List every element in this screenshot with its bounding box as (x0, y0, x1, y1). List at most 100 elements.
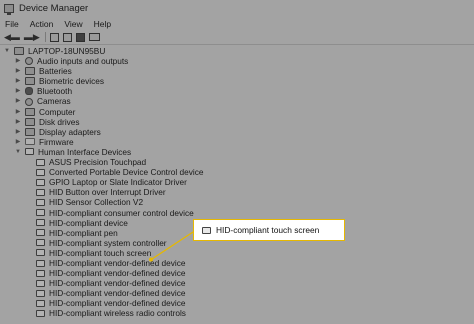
expand-arrow-icon[interactable]: ▶ (14, 107, 22, 117)
hid-device-icon (36, 289, 45, 297)
collapse-arrow-icon[interactable]: ▼ (3, 46, 11, 56)
hid-device-label: HID Button over Interrupt Driver (49, 187, 166, 198)
hid-device-label: HID-compliant vendor-defined device (49, 278, 186, 289)
hid-device-label: ASUS Precision Touchpad (49, 157, 147, 168)
battery-icon (25, 67, 35, 76)
tree-item-label: Audio inputs and outputs (37, 56, 129, 67)
hid-device-icon (36, 279, 45, 287)
hid-device-label: HID-compliant vendor-defined device (49, 298, 186, 309)
expand-arrow-icon[interactable]: ▶ (14, 127, 22, 137)
tree-item-batteries[interactable]: ▶ Batteries (0, 66, 474, 76)
collapse-arrow-icon[interactable]: ▼ (14, 147, 22, 157)
tree-item-firmware[interactable]: ▶ Firmware (0, 137, 474, 147)
toolbar: ◀▬ ▬▶ (0, 30, 474, 44)
toolbar-divider-line (0, 44, 474, 45)
forward-arrow-icon[interactable]: ▬▶ (24, 32, 40, 42)
touch-screen-icon (202, 226, 211, 234)
tree-item-label: Cameras (37, 96, 71, 107)
root-label: LAPTOP-18UN95BU (28, 46, 106, 56)
hid-device-icon (36, 209, 45, 217)
hid-device-icon (36, 229, 45, 237)
tree-item-label: Disk drives (39, 116, 80, 127)
fingerprint-icon (25, 77, 35, 86)
tree-item-display-adapters[interactable]: ▶ Display adapters (0, 127, 474, 137)
tree-item-label: Display adapters (39, 126, 101, 137)
hid-device-icon (36, 168, 45, 176)
hid-device-icon (36, 158, 45, 166)
toolbar-divider (44, 32, 46, 42)
expand-arrow-icon[interactable]: ▶ (14, 137, 22, 147)
menu-action[interactable]: Action (30, 19, 54, 29)
hid-device-icon (36, 249, 45, 257)
tree-item-cameras[interactable]: ▶ Cameras (0, 96, 474, 106)
properties-icon[interactable] (49, 32, 59, 42)
hid-device-label: HID-compliant device (49, 217, 128, 228)
hid-device-row[interactable]: HID-compliant vendor-defined device (0, 258, 474, 268)
hid-device-label: HID-compliant consumer control device (49, 207, 194, 218)
hid-device-row[interactable]: HID Button over Interrupt Driver (0, 187, 474, 197)
hid-device-row[interactable]: HID-compliant vendor-defined device (0, 268, 474, 278)
computer-icon (14, 47, 24, 56)
camera-icon (25, 97, 33, 106)
hid-device-icon (36, 309, 45, 317)
tree-item-computer[interactable]: ▶ Computer (0, 107, 474, 117)
tree-root[interactable]: ▼ LAPTOP-18UN95BU (0, 46, 474, 56)
hid-device-label: GPIO Laptop or Slate Indicator Driver (49, 177, 187, 188)
hid-device-icon (36, 269, 45, 277)
back-arrow-icon[interactable]: ◀▬ (4, 32, 20, 42)
menu-file[interactable]: File (5, 19, 19, 29)
speaker-icon (25, 57, 33, 66)
hid-device-icon (36, 178, 45, 186)
hid-device-row[interactable]: HID-compliant consumer control device (0, 208, 474, 218)
expand-arrow-icon[interactable]: ▶ (14, 76, 22, 86)
hid-device-label: HID-compliant wireless radio controls (49, 308, 186, 319)
hid-device-row[interactable]: GPIO Laptop or Slate Indicator Driver (0, 177, 474, 187)
tree-item-label: Firmware (39, 136, 74, 147)
hid-device-row[interactable]: HID-compliant wireless radio controls (0, 308, 474, 318)
hid-device-label: HID-compliant vendor-defined device (49, 268, 186, 279)
device-tree: ▼ LAPTOP-18UN95BU ▶ Audio inputs and out… (0, 46, 474, 319)
tree-item-bluetooth[interactable]: ▶ Bluetooth (0, 86, 474, 96)
hid-device-label: HID-compliant vendor-defined device (49, 288, 186, 299)
help-icon[interactable] (62, 32, 72, 42)
hid-device-label: HID-compliant system controller (49, 237, 167, 248)
tree-item-label: Bluetooth (37, 86, 73, 97)
hid-device-row[interactable]: HID-compliant vendor-defined device (0, 278, 474, 288)
hid-device-label: HID Sensor Collection V2 (49, 197, 144, 208)
scan-icon[interactable] (75, 32, 85, 42)
menu-help[interactable]: Help (94, 19, 111, 29)
expand-arrow-icon[interactable]: ▶ (14, 66, 22, 76)
hid-device-icon (36, 219, 45, 227)
hid-device-icon (36, 239, 45, 247)
hid-device-label: Converted Portable Device Control device (49, 167, 204, 178)
hid-device-row[interactable]: Converted Portable Device Control device (0, 167, 474, 177)
tree-item-biometric[interactable]: ▶ Biometric devices (0, 76, 474, 86)
title-bar: Device Manager (0, 0, 474, 17)
tree-item-label: Human Interface Devices (38, 146, 132, 157)
expand-arrow-icon[interactable]: ▶ (14, 86, 22, 96)
hid-device-row-touch-screen[interactable]: HID-compliant touch screen (0, 248, 474, 258)
callout-box: HID-compliant touch screen (193, 219, 345, 241)
hid-device-icon (36, 259, 45, 267)
hid-device-row[interactable]: HID-compliant vendor-defined device (0, 298, 474, 308)
tree-item-label: Computer (39, 106, 76, 117)
window-title: Device Manager (19, 3, 89, 14)
menu-view[interactable]: View (64, 19, 82, 29)
tree-item-audio[interactable]: ▶ Audio inputs and outputs (0, 56, 474, 66)
tree-item-hid[interactable]: ▼ Human Interface Devices (0, 147, 474, 157)
tree-item-disk-drives[interactable]: ▶ Disk drives (0, 117, 474, 127)
hid-device-icon (36, 299, 45, 307)
hid-device-row[interactable]: ASUS Precision Touchpad (0, 157, 474, 167)
expand-arrow-icon[interactable]: ▶ (14, 56, 22, 66)
display-adapter-icon (25, 127, 35, 136)
firmware-icon (25, 138, 35, 146)
monitor-icon[interactable] (88, 32, 100, 42)
expand-arrow-icon[interactable]: ▶ (14, 117, 22, 127)
tree-item-label: Batteries (39, 66, 72, 77)
hid-device-row[interactable]: HID Sensor Collection V2 (0, 197, 474, 207)
hid-device-row[interactable]: HID-compliant vendor-defined device (0, 288, 474, 298)
menu-bar: File Action View Help (0, 17, 474, 30)
expand-arrow-icon[interactable]: ▶ (14, 97, 22, 107)
hid-icon (25, 148, 34, 156)
disk-drive-icon (25, 117, 35, 126)
